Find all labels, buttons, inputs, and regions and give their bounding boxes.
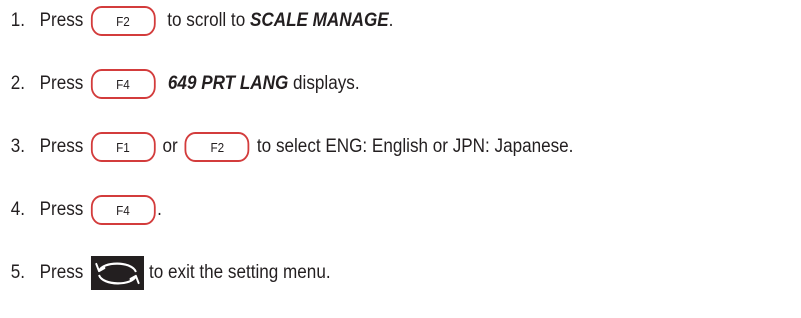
- press-label: Press: [39, 262, 84, 283]
- f2-key-button[interactable]: F2: [184, 132, 250, 162]
- press-label: Press: [39, 10, 84, 31]
- step-1: 1. Press F2 to scroll to SCALE MANAGE .: [0, 4, 393, 38]
- step-4: 4. Press F4 .: [0, 193, 162, 227]
- press-label: Press: [39, 199, 84, 220]
- f2-key-button[interactable]: F2: [90, 6, 156, 36]
- step-text: to select ENG: English or JPN: Japanese.: [256, 136, 574, 157]
- f4-key-button[interactable]: F4: [90, 69, 156, 99]
- menu-name-prt-lang: 649 PRT LANG: [167, 73, 289, 94]
- step-5: 5. Press to exit the setting menu.: [0, 256, 331, 290]
- step-number: 5.: [10, 262, 26, 283]
- step-text: to exit the setting menu.: [149, 262, 331, 283]
- step-text-end: .: [388, 10, 394, 31]
- step-number: 1.: [10, 10, 26, 31]
- step-2: 2. Press F4 649 PRT LANG displays.: [0, 67, 360, 101]
- step-number: 2.: [10, 73, 26, 94]
- step-text: to scroll to: [162, 10, 250, 31]
- step-text: .: [157, 199, 162, 220]
- step-number: 3.: [10, 136, 26, 157]
- menu-name-scale-manage: SCALE MANAGE: [249, 10, 389, 31]
- step-3: 3. Press F1 or F2 to select ENG: English…: [0, 130, 573, 164]
- f4-key-button[interactable]: F4: [90, 195, 156, 225]
- exit-cycle-icon[interactable]: [90, 256, 144, 290]
- press-label: Press: [39, 73, 84, 94]
- connector-text: or: [162, 136, 178, 157]
- step-number: 4.: [10, 199, 26, 220]
- step-text: displays.: [288, 73, 360, 94]
- f1-key-button[interactable]: F1: [90, 132, 156, 162]
- press-label: Press: [39, 136, 84, 157]
